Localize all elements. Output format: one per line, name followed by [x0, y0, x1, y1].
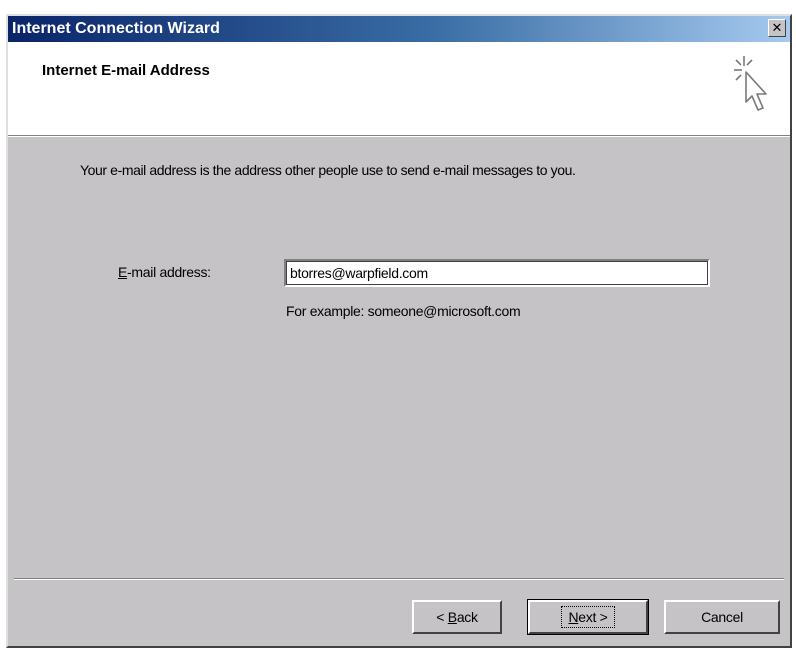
back-button-accelerator: B: [447, 609, 457, 625]
wizard-header: Internet E-mail Address: [8, 42, 790, 136]
window-title: Internet Connection Wizard: [12, 20, 220, 37]
example-text: For example: someone@microsoft.com: [286, 303, 521, 319]
header-divider: [8, 136, 790, 137]
next-button-focus: Next >: [561, 606, 615, 628]
title-bar[interactable]: Internet Connection Wizard ✕: [8, 16, 790, 42]
page-title: Internet E-mail Address: [42, 62, 210, 79]
back-button[interactable]: < Back: [412, 600, 502, 634]
email-label-accelerator: E: [118, 264, 128, 280]
email-label-text: -mail address:: [127, 264, 211, 280]
close-button[interactable]: ✕: [768, 19, 786, 37]
email-input[interactable]: [284, 259, 710, 287]
cancel-button-label: Cancel: [701, 609, 743, 625]
wizard-window: Internet Connection Wizard ✕ Internet E-…: [6, 14, 792, 648]
next-button[interactable]: Next >: [527, 599, 649, 635]
wizard-cursor-icon: [734, 56, 767, 111]
email-label: E-mail address:: [118, 264, 211, 280]
back-button-label: ack: [456, 609, 478, 625]
cancel-button[interactable]: Cancel: [664, 600, 780, 634]
back-button-prefix: <: [436, 609, 448, 625]
footer-divider: [14, 578, 784, 580]
close-icon: ✕: [771, 20, 783, 36]
description-text: Your e-mail address is the address other…: [80, 162, 576, 178]
next-button-label: ext >: [578, 609, 608, 625]
next-button-accelerator: N: [568, 609, 579, 625]
